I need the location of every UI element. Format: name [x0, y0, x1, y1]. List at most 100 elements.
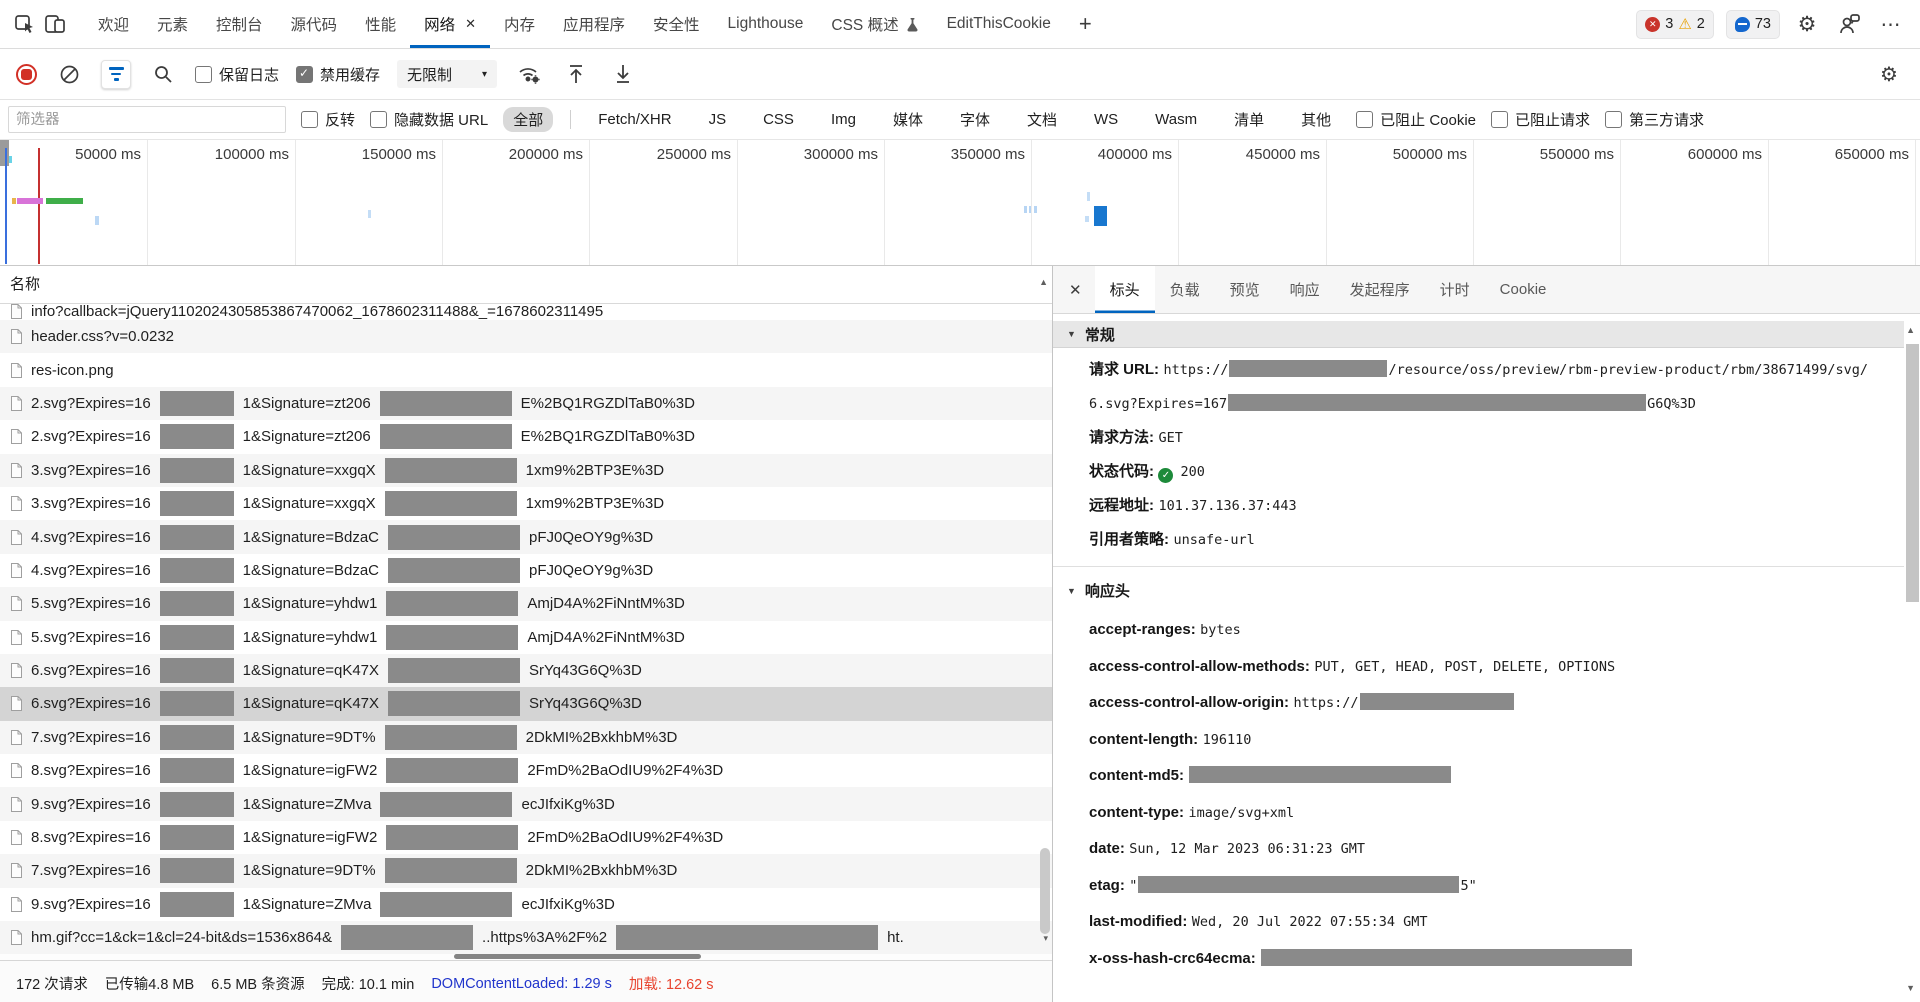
filter-pill-JS[interactable]: JS [699, 109, 737, 130]
devtools-tab-应用程序[interactable]: 应用程序 [549, 0, 639, 48]
devtools-tab-安全性[interactable]: 安全性 [639, 0, 714, 48]
inspect-element-icon[interactable] [10, 9, 40, 39]
devtools-tab-内存[interactable]: 内存 [490, 0, 549, 48]
invert-filter-checkbox[interactable]: 反转 [301, 109, 355, 130]
filter-pill-全部[interactable]: 全部 [503, 107, 553, 132]
checkbox-checked[interactable] [296, 66, 313, 83]
devtools-tab-源代码[interactable]: 源代码 [277, 0, 352, 48]
request-row[interactable]: 2.svg?Expires=161&Signature=zt206E%2BQ1R… [0, 387, 1052, 420]
request-row[interactable]: 6.svg?Expires=161&Signature=qK47XSrYq43G… [0, 687, 1052, 720]
feedback-icon[interactable] [1834, 9, 1864, 39]
details-tab-Cookie[interactable]: Cookie [1485, 266, 1562, 313]
devtools-tab-性能[interactable]: 性能 [351, 0, 410, 48]
request-row[interactable]: header.css?v=0.0232 [0, 320, 1052, 353]
issues-badge[interactable]: ✕ 3 ⚠ 2 [1636, 10, 1714, 39]
details-tab-计时[interactable]: 计时 [1425, 266, 1485, 313]
devtools-tab-网络[interactable]: 网络✕ [410, 0, 490, 48]
checkbox-unchecked[interactable] [1491, 111, 1508, 128]
network-conditions-icon[interactable] [514, 59, 544, 89]
export-har-icon[interactable] [608, 59, 638, 89]
request-row[interactable]: hm.gif?cc=1&ck=1&cl=24-bit&ds=1536x864&.… [0, 921, 1052, 954]
blocked-requests-label: 已阻止请求 [1515, 109, 1590, 130]
device-emulation-icon[interactable] [40, 9, 70, 39]
filter-pill-WS[interactable]: WS [1084, 109, 1128, 130]
details-tab-响应[interactable]: 响应 [1275, 266, 1335, 313]
details-tab-发起程序[interactable]: 发起程序 [1335, 266, 1425, 313]
request-row[interactable]: 4.svg?Expires=161&Signature=BdzaCpFJ0QeO… [0, 520, 1052, 553]
text-segment: pFJ0QeOY9g%3D [529, 529, 653, 546]
general-section-header[interactable]: ▼ 常规 [1053, 321, 1904, 348]
more-options-icon[interactable]: ⋯ [1876, 9, 1906, 39]
request-row[interactable]: 6.svg?Expires=161&Signature=qK47XSrYq43G… [0, 654, 1052, 687]
horizontal-scrollbar[interactable] [0, 954, 1052, 960]
request-row[interactable]: 9.svg?Expires=161&Signature=ZMvaecJIfxiK… [0, 787, 1052, 820]
filter-pill-清单[interactable]: 清单 [1224, 107, 1274, 132]
filter-pill-CSS[interactable]: CSS [753, 109, 804, 130]
request-row[interactable]: 7.svg?Expires=161&Signature=9DT%2DkMI%2B… [0, 854, 1052, 887]
name-column-header[interactable]: 名称 [0, 266, 1052, 304]
scroll-up-icon[interactable]: ▲ [1039, 278, 1048, 287]
checkbox-unchecked[interactable] [1605, 111, 1622, 128]
horizontal-scrollbar-thumb[interactable] [454, 954, 701, 959]
messages-badge[interactable]: 73 [1726, 10, 1780, 39]
devtools-tab-元素[interactable]: 元素 [143, 0, 202, 48]
filter-pill-其他[interactable]: 其他 [1291, 107, 1341, 132]
filter-pill-Img[interactable]: Img [821, 109, 866, 130]
request-row[interactable]: 5.svg?Expires=161&Signature=yhdw1AmjD4A%… [0, 621, 1052, 654]
record-network-log-button[interactable] [16, 64, 37, 85]
scroll-up-icon[interactable]: ▲ [1906, 326, 1915, 335]
close-details-icon[interactable]: ✕ [1053, 281, 1095, 299]
request-row[interactable]: info?callback=jQuery11020243058538674700… [0, 304, 1052, 320]
details-tab-标头[interactable]: 标头 [1095, 266, 1155, 313]
scroll-down-icon[interactable]: ▾ [1043, 934, 1048, 943]
close-tab-icon[interactable]: ✕ [465, 16, 476, 32]
filter-toggle-button[interactable] [101, 60, 131, 89]
request-row[interactable]: 2.svg?Expires=161&Signature=zt206E%2BQ1R… [0, 420, 1052, 453]
request-row[interactable]: 5.svg?Expires=161&Signature=yhdw1AmjD4A%… [0, 587, 1052, 620]
filter-pill-媒体[interactable]: 媒体 [883, 107, 933, 132]
checkbox-unchecked[interactable] [301, 111, 318, 128]
request-row[interactable]: 7.svg?Expires=161&Signature=9DT%2DkMI%2B… [0, 721, 1052, 754]
response-headers-section-header[interactable]: ▼ 响应头 [1053, 567, 1904, 607]
filter-pill-Fetch/XHR[interactable]: Fetch/XHR [588, 109, 681, 130]
search-icon[interactable] [148, 59, 178, 89]
clear-network-log-icon[interactable] [54, 59, 84, 89]
hide-data-urls-checkbox[interactable]: 隐藏数据 URL [370, 109, 488, 130]
details-tab-预览[interactable]: 预览 [1215, 266, 1275, 313]
settings-gear-icon[interactable]: ⚙ [1792, 9, 1822, 39]
filter-pill-字体[interactable]: 字体 [950, 107, 1000, 132]
network-settings-gear-icon[interactable]: ⚙ [1874, 59, 1904, 89]
scroll-down-icon[interactable]: ▼ [1906, 984, 1915, 993]
filter-input[interactable] [8, 106, 286, 133]
request-row[interactable]: 8.svg?Expires=161&Signature=igFW22FmD%2B… [0, 821, 1052, 854]
more-tools-button[interactable]: + [1065, 2, 1106, 46]
timeline-overview[interactable]: 50000 ms100000 ms150000 ms200000 ms25000… [0, 140, 1920, 266]
request-row[interactable]: res-icon.png [0, 353, 1052, 386]
request-row[interactable]: 4.svg?Expires=161&Signature=BdzaCpFJ0QeO… [0, 554, 1052, 587]
blocked-requests-checkbox[interactable]: 已阻止请求 [1491, 109, 1590, 130]
third-party-checkbox[interactable]: 第三方请求 [1605, 109, 1704, 130]
devtools-tab-EditThisCookie[interactable]: EditThisCookie [933, 0, 1065, 48]
redacted-data [388, 691, 520, 716]
request-row[interactable]: 9.svg?Expires=161&Signature=ZMvaecJIfxiK… [0, 888, 1052, 921]
devtools-tab-Lighthouse[interactable]: Lighthouse [714, 0, 818, 48]
import-har-icon[interactable] [561, 59, 591, 89]
checkbox-unchecked[interactable] [195, 66, 212, 83]
list-scrollbar-thumb[interactable] [1040, 848, 1050, 934]
details-tab-负载[interactable]: 负载 [1155, 266, 1215, 313]
devtools-tab-控制台[interactable]: 控制台 [202, 0, 277, 48]
preserve-log-checkbox[interactable]: 保留日志 [195, 64, 279, 85]
details-scrollbar-thumb[interactable] [1906, 344, 1919, 602]
request-row[interactable]: 3.svg?Expires=161&Signature=xxgqX1xm9%2B… [0, 487, 1052, 520]
request-row[interactable]: 8.svg?Expires=161&Signature=igFW22FmD%2B… [0, 754, 1052, 787]
checkbox-unchecked[interactable] [1356, 111, 1373, 128]
devtools-tab-CSS 概述[interactable]: CSS 概述 [817, 0, 932, 48]
disable-cache-checkbox[interactable]: 禁用缓存 [296, 64, 380, 85]
checkbox-unchecked[interactable] [370, 111, 387, 128]
filter-pill-文档[interactable]: 文档 [1017, 107, 1067, 132]
devtools-tab-欢迎[interactable]: 欢迎 [84, 0, 143, 48]
throttling-dropdown[interactable]: 无限制 ▾ [397, 60, 497, 88]
filter-pill-Wasm[interactable]: Wasm [1145, 109, 1207, 130]
blocked-cookies-checkbox[interactable]: 已阻止 Cookie [1356, 109, 1476, 130]
request-row[interactable]: 3.svg?Expires=161&Signature=xxgqX1xm9%2B… [0, 454, 1052, 487]
